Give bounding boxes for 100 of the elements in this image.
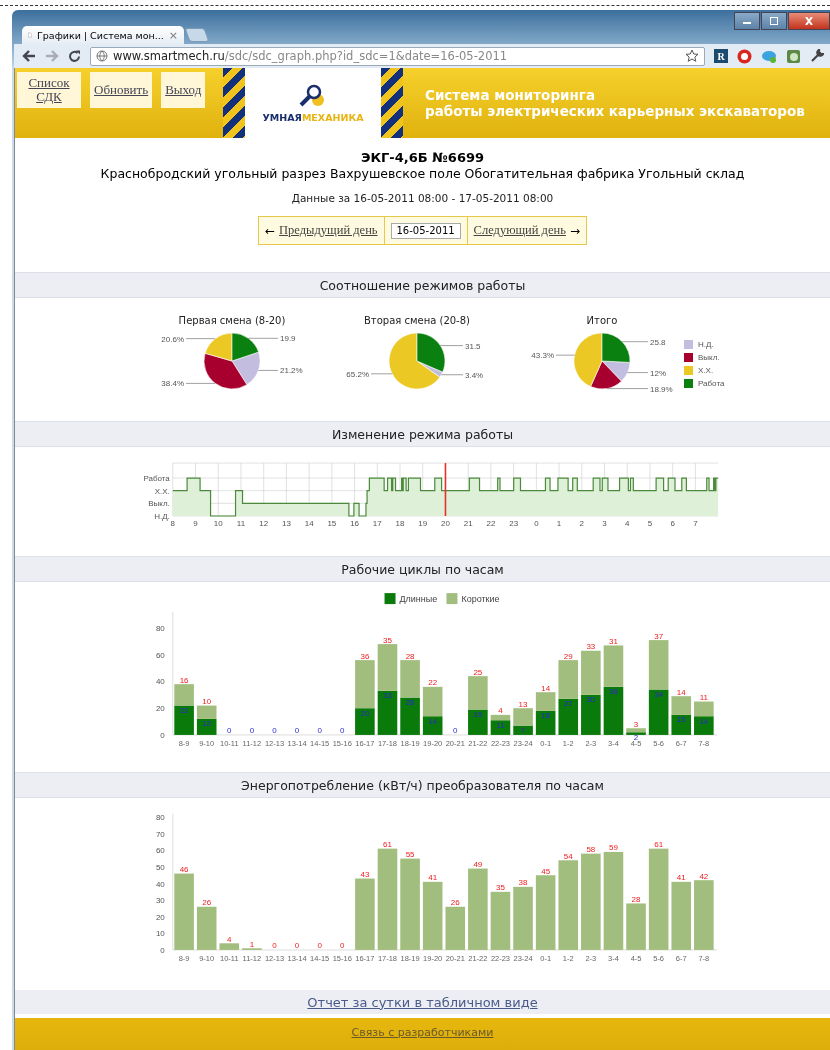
data-label: 14 [676,687,686,697]
axis-label: 7 [693,518,698,528]
axis-label: 22 [486,518,496,528]
axis-label: 20 [441,518,450,528]
legend-label: Длинные [399,594,438,605]
data-label: 15 [676,715,686,725]
nav-link[interactable]: Список СДК [17,72,81,108]
machine-name: ЭКГ-4,6Б №6699 [360,150,485,165]
bar [196,705,217,719]
axis-label: 13 [281,518,291,528]
leader-line [440,345,464,346]
next-day-link[interactable]: Следующий день [473,223,566,238]
data-label: 28 [631,894,641,904]
date-field[interactable]: 16-05-2011 [390,222,461,239]
legend-label: Короткие [461,594,500,605]
axis-label: Работа [143,474,170,483]
data-label: 3 [633,719,639,729]
legend-label: Н.Д. [698,340,714,349]
bar [558,660,579,699]
axis-label: 1 [556,518,562,528]
minimize-button[interactable] [734,12,760,30]
nav-link[interactable]: Выход [161,72,206,108]
axis-label: 20 [155,704,165,714]
browser-tab[interactable]: Графики | Система мон... × [22,26,184,44]
axis-label: 15 [327,518,337,528]
axis-label: 5 [647,518,653,528]
data-label: 11 [699,693,708,703]
data-label: 0 [272,725,277,735]
data-label: 59 [609,843,618,853]
bar [671,696,692,715]
chart-title: Итого [586,315,618,326]
data-label: 36 [360,651,370,661]
report-link[interactable]: Отчет за сутки в табличном виде [307,994,538,1010]
data-label: 0 [317,941,322,951]
data-label: 34 [654,690,664,699]
axis-label: Выкл. [148,499,170,509]
data-label: 61 [383,840,392,850]
extension-button[interactable]: R [714,49,728,63]
data-label: 26 [450,898,460,908]
axis-label: 11 [236,518,246,528]
data-label: 14 [699,716,709,726]
axis-label: 17 [372,518,382,528]
axis-label: 20 [155,912,165,922]
data-label: 43.3% [531,351,554,361]
axis-label: 19 [418,518,428,528]
maximize-button[interactable] [761,12,787,30]
data-label: 0 [340,725,345,735]
bar [603,686,624,735]
data-label: 22 [179,706,189,716]
axis-label: 10 [213,518,223,528]
data-label: 27 [563,699,573,709]
reload-icon[interactable] [68,49,81,63]
axis-label: 8 [170,518,176,528]
bar [490,891,511,950]
axis-label: 0 [160,730,165,740]
legend-label: Выкл. [698,353,720,362]
axis-label: 3 [602,518,607,528]
data-label: 19.9 [280,334,296,344]
data-label: 0 [294,941,300,951]
previous-day-link[interactable]: Предыдущий день [279,223,378,238]
data-label: 46 [179,865,189,875]
axis-label: 60 [155,650,165,660]
axis-label: 16 [350,518,360,528]
data-label: 10 [202,697,212,707]
close-button[interactable] [788,12,830,30]
star-icon[interactable] [685,49,699,63]
data-label: 7 [520,726,526,736]
data-label: 35 [496,883,505,893]
data-label: 4 [227,934,232,944]
wrench-icon[interactable] [810,49,824,63]
system-title: работы электрических карьерных экскаваторов [425,103,805,119]
data-label: 38.4% [161,379,184,389]
bar [400,697,420,735]
data-label: 55 [405,850,415,860]
axis-label: 70 [155,829,165,839]
data-label: 11 [496,720,505,730]
axis-label: 21 [463,518,473,528]
bar [400,660,420,698]
period-text: Данные за 16-05-2011 08:00 - 17-05-2011 08:00 [291,192,554,204]
data-label: 28 [405,651,415,661]
data-label: 25.8 [650,337,666,347]
leader-line [370,373,393,375]
axis-label: 10 [155,929,165,939]
axis-label: Х.Х. [154,486,170,496]
close-tab-button[interactable]: × [168,28,178,42]
back-icon[interactable] [22,50,36,62]
bar [377,690,398,735]
section-header: Изменение режима работы [15,421,830,447]
data-label: 26 [202,898,212,908]
data-label: 1 [249,939,255,949]
leader-line [627,372,649,373]
bar [196,906,217,950]
axis-label: 2 [579,518,585,528]
data-label: 21.2% [280,366,303,376]
address-bar[interactable]: www.smartmech.ru/sdc/sdc_graph.php?id_sdc=1&date=16-05-2011 [90,46,705,66]
contact-link[interactable]: Связь с разработчиками [351,1026,494,1039]
bar [174,684,194,706]
bar [626,903,646,950]
globe-icon [96,50,108,62]
nav-link[interactable]: Обновить [90,72,153,108]
